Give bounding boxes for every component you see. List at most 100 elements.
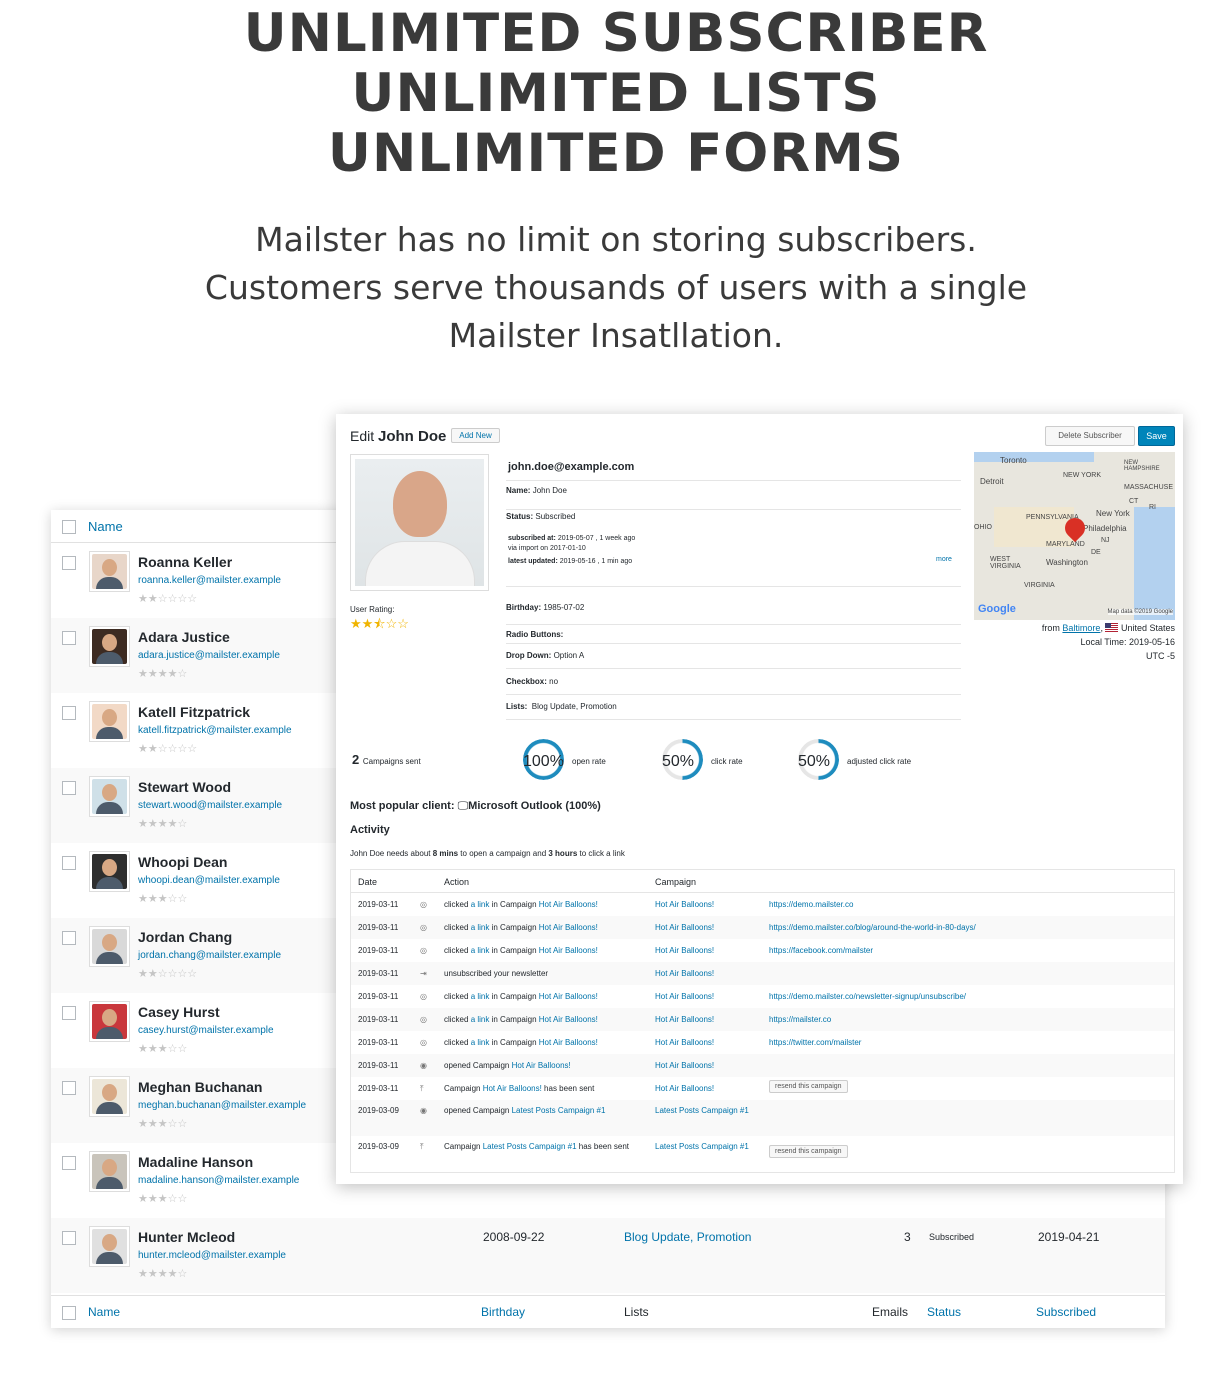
rating-stars: ★★★★☆ xyxy=(138,668,188,680)
user-rating-stars[interactable]: ★★⯪☆☆ xyxy=(350,615,409,637)
adjusted-click-rate-label: adjusted click rate xyxy=(847,757,912,766)
subscriber-email[interactable]: stewart.wood@mailster.example xyxy=(138,800,282,811)
activity-campaign-link[interactable]: Hot Air Balloons! xyxy=(655,923,714,932)
row-checkbox[interactable] xyxy=(62,631,76,645)
latest-updated: latest updated: 2019-05-16 , 1 min ago xyxy=(508,558,632,565)
row-checkbox[interactable] xyxy=(62,856,76,870)
row-checkbox[interactable] xyxy=(62,1006,76,1020)
lists-field: Lists: Blog Update, Promotion xyxy=(506,702,961,720)
subscriber-name[interactable]: Whoopi Dean xyxy=(138,854,227,870)
checkbox-value[interactable]: no xyxy=(549,677,558,686)
delete-subscriber-button[interactable]: Delete Subscriber xyxy=(1045,426,1135,446)
subscriber-email[interactable]: madaline.hanson@mailster.example xyxy=(138,1175,299,1186)
subscriber-name[interactable]: Casey Hurst xyxy=(138,1004,220,1020)
more-link[interactable]: more xyxy=(936,556,952,563)
campaign-link[interactable]: Hot Air Balloons! xyxy=(539,1015,598,1024)
subscriber-email[interactable]: jordan.chang@mailster.example xyxy=(138,950,281,961)
subscriber-name[interactable]: Roanna Keller xyxy=(138,554,232,570)
column-name-header[interactable]: Name xyxy=(88,519,123,534)
from-city-link[interactable]: Baltimore xyxy=(1062,623,1100,633)
subscriber-name[interactable]: Stewart Wood xyxy=(138,779,231,795)
row-checkbox[interactable] xyxy=(62,706,76,720)
row-checkbox[interactable] xyxy=(62,1081,76,1095)
activity-campaign-link[interactable]: Hot Air Balloons! xyxy=(655,1084,714,1093)
subscriber-email[interactable]: hunter.mcleod@mailster.example xyxy=(138,1250,286,1261)
subscriber-email[interactable]: katell.fitzpatrick@mailster.example xyxy=(138,725,292,736)
campaign-link[interactable]: Hot Air Balloons! xyxy=(539,923,598,932)
hero-title-line-2: UNLIMITED LISTS xyxy=(351,63,881,124)
rating-stars: ★★★☆☆ xyxy=(138,1043,188,1055)
activity-campaign-link[interactable]: Hot Air Balloons! xyxy=(655,900,714,909)
location-map[interactable]: Toronto Detroit NEW YORK NEW HAMPSHIRE M… xyxy=(974,452,1175,620)
footer-name-header[interactable]: Name xyxy=(88,1305,120,1319)
list-link[interactable]: Promotion xyxy=(697,1230,752,1244)
link[interactable]: a link xyxy=(471,946,490,955)
subscriber-name[interactable]: Madaline Hanson xyxy=(138,1154,253,1170)
activity-url-link[interactable]: https://twitter.com/mailster xyxy=(769,1038,861,1047)
activity-campaign-link[interactable]: Hot Air Balloons! xyxy=(655,992,714,1001)
footer-status-header[interactable]: Status xyxy=(927,1305,961,1319)
subscriber-email[interactable]: whoopi.dean@mailster.example xyxy=(138,875,280,886)
list-link[interactable]: Blog Update xyxy=(624,1230,690,1244)
open-rate-value: 100% xyxy=(523,753,564,770)
row-checkbox[interactable] xyxy=(62,1156,76,1170)
activity-campaign-link[interactable]: Hot Air Balloons! xyxy=(655,1038,714,1047)
select-all-checkbox-footer[interactable] xyxy=(62,1306,76,1320)
activity-action: clicked a link in Campaign Hot Air Ballo… xyxy=(444,1038,598,1047)
link[interactable]: a link xyxy=(471,900,490,909)
subscriber-email[interactable]: adara.justice@mailster.example xyxy=(138,650,280,661)
activity-campaign-link[interactable]: Hot Air Balloons! xyxy=(655,1061,714,1070)
subscriber-name[interactable]: Adara Justice xyxy=(138,629,230,645)
activity-url-link[interactable]: https://demo.mailster.co/blog/around-the… xyxy=(769,923,976,932)
activity-url-link[interactable]: https://demo.mailster.co/newsletter-sign… xyxy=(769,992,966,1001)
campaign-link[interactable]: Hot Air Balloons! xyxy=(539,946,598,955)
campaign-link[interactable]: Hot Air Balloons! xyxy=(483,1084,542,1093)
campaign-link[interactable]: Hot Air Balloons! xyxy=(512,1061,571,1070)
row-checkbox[interactable] xyxy=(62,556,76,570)
activity-row: 2019-03-11 ◎ clicked a link in Campaign Ho… xyxy=(351,893,1174,916)
link[interactable]: a link xyxy=(471,1038,490,1047)
campaign-link[interactable]: Latest Posts Campaign #1 xyxy=(483,1142,577,1151)
hero-title-line-1: UNLIMITED SUBSCRIBER xyxy=(243,3,989,64)
subscriber-email[interactable]: casey.hurst@mailster.example xyxy=(138,1025,274,1036)
activity-url-link[interactable]: https://demo.mailster.co xyxy=(769,900,853,909)
activity-url-link[interactable]: https://facebook.com/mailster xyxy=(769,946,873,955)
activity-rows: 2019-03-11 ◎ clicked a link in Campaign Ho… xyxy=(351,893,1174,1172)
footer-birthday-header[interactable]: Birthday xyxy=(481,1305,525,1319)
campaign-link[interactable]: Hot Air Balloons! xyxy=(539,900,598,909)
activity-url-link[interactable]: https://mailster.co xyxy=(769,1015,831,1024)
checkbox-field: Checkbox: no xyxy=(506,677,961,695)
activity-campaign-link[interactable]: Hot Air Balloons! xyxy=(655,1015,714,1024)
campaign-link[interactable]: Latest Posts Campaign #1 xyxy=(512,1106,606,1115)
link[interactable]: a link xyxy=(471,923,490,932)
row-checkbox[interactable] xyxy=(62,1231,76,1245)
subscriber-name[interactable]: Meghan Buchanan xyxy=(138,1079,262,1095)
select-all-checkbox[interactable] xyxy=(62,520,76,534)
dropdown-value[interactable]: Option A xyxy=(554,651,585,660)
subscriber-name[interactable]: Katell Fitzpatrick xyxy=(138,704,250,720)
subscriber-name[interactable]: Jordan Chang xyxy=(138,929,232,945)
campaign-link[interactable]: Hot Air Balloons! xyxy=(539,992,598,1001)
save-button[interactable]: Save xyxy=(1138,426,1175,446)
resend-campaign-button[interactable]: resend this campaign xyxy=(769,1080,848,1093)
activity-campaign-link[interactable]: Latest Posts Campaign #1 xyxy=(655,1141,755,1153)
activity-campaign-link[interactable]: Hot Air Balloons! xyxy=(655,946,714,955)
link[interactable]: a link xyxy=(471,1015,490,1024)
campaign-link[interactable]: Hot Air Balloons! xyxy=(539,1038,598,1047)
activity-table: Date Action Campaign 2019-03-11 ◎ clicked … xyxy=(350,869,1175,1173)
click-icon: ◎ xyxy=(420,1015,427,1024)
activity-row: 2019-03-09 ◉ opened Campaign Latest Posts … xyxy=(351,1100,1174,1136)
activity-campaign-link[interactable]: Hot Air Balloons! xyxy=(655,969,714,978)
footer-subscribed-header[interactable]: Subscribed xyxy=(1036,1305,1096,1319)
resend-campaign-button[interactable]: resend this campaign xyxy=(769,1145,848,1158)
subscriber-email[interactable]: roanna.keller@mailster.example xyxy=(138,575,281,586)
map-label: MARYLAND xyxy=(1046,541,1085,548)
table-row[interactable]: Hunter Mcleod hunter.mcleod@mailster.exam… xyxy=(51,1218,1165,1293)
subscriber-name[interactable]: Hunter Mcleod xyxy=(138,1229,235,1245)
add-new-button[interactable]: Add New xyxy=(451,428,500,443)
activity-campaign-link[interactable]: Latest Posts Campaign #1 xyxy=(655,1105,755,1117)
link[interactable]: a link xyxy=(471,992,490,1001)
row-checkbox[interactable] xyxy=(62,931,76,945)
subscriber-email[interactable]: meghan.buchanan@mailster.example xyxy=(138,1100,306,1111)
row-checkbox[interactable] xyxy=(62,781,76,795)
